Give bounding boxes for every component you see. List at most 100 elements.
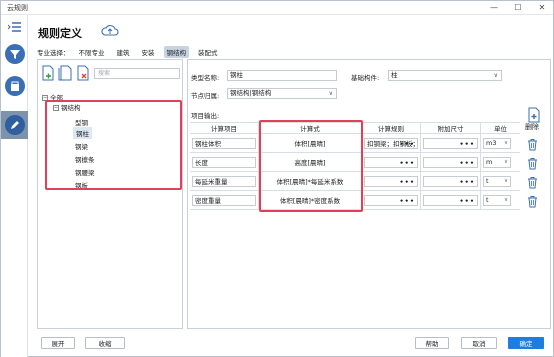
formula-cell[interactable]: 体积[晨晴]*每延米系数	[277, 176, 344, 186]
node-label: 节点归属:	[191, 92, 220, 100]
tree-item-section-steel[interactable]: 型钢	[75, 117, 88, 127]
item-cell[interactable]: 每延米重量	[192, 175, 256, 187]
minimize-icon[interactable]: —	[489, 2, 499, 13]
extra-cell[interactable]: •••	[423, 175, 478, 187]
tree-item-steel-waist-beam[interactable]: 钢腰梁	[75, 167, 95, 177]
table-row: 每延米重量 体积[晨晴]*每延米系数 ••• ••• t ∨	[190, 172, 520, 191]
extra-cell[interactable]: •••	[423, 156, 478, 168]
unit-select[interactable]: m3 ∨	[483, 137, 511, 149]
copy-document-icon[interactable]	[58, 65, 72, 81]
unit-select[interactable]: t ∨	[483, 175, 511, 187]
base-component-select[interactable]: 柱 ∨	[388, 70, 502, 81]
edit-pencil-icon[interactable]	[5, 115, 25, 135]
tree-item-steel-purlin[interactable]: 钢檩条	[75, 154, 95, 164]
formula-cell[interactable]: 高度[晨晴]	[294, 157, 325, 167]
filter-chip-prefab[interactable]: 装配式	[195, 46, 221, 58]
chevron-down-icon: ∨	[503, 140, 508, 146]
tree-item-steel-plate[interactable]: 钢板	[75, 180, 88, 190]
unit-value: m3	[486, 139, 497, 147]
formula-cell[interactable]: 体积[晨晴]*密度系数	[280, 195, 340, 205]
more-dots-icon[interactable]: •••	[400, 178, 415, 186]
left-icon-bar	[1, 15, 28, 357]
menu-icon[interactable]	[5, 17, 25, 37]
help-button[interactable]: 帮助	[415, 337, 449, 349]
package-icon[interactable]	[5, 76, 25, 96]
extra-cell[interactable]: •••	[423, 137, 478, 149]
chevron-down-icon: ∨	[503, 159, 508, 165]
item-cell[interactable]: 密度重量	[192, 194, 256, 206]
rule-cell[interactable]: •••	[364, 175, 418, 187]
rule-cell[interactable]: •••	[364, 156, 418, 168]
col-header-formula: 计算式	[259, 123, 362, 133]
cancel-button[interactable]: 取消	[461, 337, 497, 349]
chevron-down-icon: ∨	[328, 90, 333, 97]
collapse-button[interactable]: 收缩	[85, 337, 125, 349]
node-select[interactable]: 钢结构|钢结构 ∨	[227, 88, 337, 99]
more-dots-icon[interactable]: •••	[460, 140, 475, 148]
trash-icon[interactable]	[523, 157, 541, 170]
page-title: 规则定义	[38, 27, 82, 40]
more-dots-icon[interactable]: •••	[460, 178, 475, 186]
table-row: 钢柱体积 体积[晨晴] 扣钢梁；扣钢板； ••• ••• m3 ∨	[190, 134, 520, 153]
more-dots-icon[interactable]: •••	[460, 197, 475, 205]
output-table: 计算项目 计算式 计算规则 附加尺寸 单位 钢柱体积 体积[晨晴] 扣钢梁；扣钢…	[190, 122, 520, 210]
trash-icon[interactable]	[523, 195, 541, 208]
tree-item-steel-beam[interactable]: 钢梁	[75, 141, 88, 151]
tree-root-label: 全部	[50, 94, 63, 102]
filter-chip-installation[interactable]: 安装	[139, 46, 158, 58]
col-header-rule: 计算规则	[362, 123, 421, 133]
type-name-label: 类型名称:	[191, 74, 220, 82]
table-row: 长度 高度[晨晴] ••• ••• m ∨	[190, 153, 520, 172]
node-value: 钢结构|钢结构	[230, 89, 272, 97]
unit-select[interactable]: m ∨	[483, 156, 511, 168]
close-icon[interactable]: ✕	[537, 2, 547, 13]
tree-group-label: 钢结构	[61, 104, 81, 112]
unit-value: m	[486, 158, 493, 166]
add-row-icon[interactable]	[527, 107, 541, 123]
filter-chip-all[interactable]: 不限专业	[76, 46, 108, 58]
maximize-icon[interactable]: ☐	[513, 2, 523, 13]
unit-select[interactable]: t ∨	[483, 194, 511, 206]
title-bar: 云规则 — ☐ ✕	[1, 1, 553, 15]
col-header-extra: 附加尺寸	[421, 123, 481, 133]
rule-cell[interactable]: 扣钢梁；扣钢板； •••	[364, 137, 419, 149]
trash-icon[interactable]	[523, 176, 541, 189]
item-cell[interactable]: 钢柱体积	[192, 137, 256, 149]
base-component-value: 柱	[391, 71, 398, 79]
more-dots-icon[interactable]: •••	[400, 197, 415, 205]
window-controls: — ☐ ✕	[489, 2, 547, 13]
filter-chip-architecture[interactable]: 建筑	[114, 46, 133, 58]
chevron-down-icon: ∨	[503, 178, 508, 184]
more-dots-icon[interactable]: •••	[400, 159, 415, 167]
more-dots-icon[interactable]: •••	[400, 140, 415, 148]
ok-button[interactable]: 确定	[508, 337, 544, 349]
type-name-input[interactable]: 钢柱	[227, 70, 337, 81]
search-input[interactable]: 搜索	[94, 68, 180, 79]
chevron-down-icon: ∨	[493, 72, 498, 79]
add-document-icon[interactable]	[41, 65, 55, 81]
app-window: 云规则 — ☐ ✕ 规则定义 专业选择： 不限专业 建筑 安装 钢结构 装配式 …	[0, 0, 554, 357]
cloud-upload-icon[interactable]	[101, 23, 119, 39]
item-cell[interactable]: 长度	[192, 156, 256, 168]
more-dots-icon[interactable]: •••	[460, 159, 475, 167]
filter-label: 专业选择：	[37, 48, 70, 57]
col-header-delete: 删除	[525, 123, 539, 131]
tree-root[interactable]: − 全部	[42, 92, 63, 102]
tree-item-steel-column[interactable]: 钢柱	[73, 127, 92, 139]
window-title: 云规则	[7, 4, 28, 12]
chevron-down-icon: ∨	[503, 197, 508, 203]
formula-cell[interactable]: 体积[晨晴]	[294, 138, 325, 148]
filter-chip-steel[interactable]: 钢结构	[163, 45, 189, 58]
tree-group-steel[interactable]: − 钢结构	[53, 102, 81, 112]
table-row: 密度重量 体积[晨晴]*密度系数 ••• ••• t ∨	[190, 191, 520, 210]
table-header: 计算项目 计算式 计算规则 附加尺寸 单位	[190, 122, 520, 134]
trash-icon[interactable]	[523, 138, 541, 151]
unit-value: t	[486, 196, 489, 204]
col-header-unit: 单位	[494, 125, 507, 133]
delete-document-icon[interactable]	[76, 65, 90, 81]
expand-button[interactable]: 展开	[41, 337, 75, 349]
discipline-filter-bar: 专业选择： 不限专业 建筑 安装 钢结构 装配式	[37, 45, 551, 58]
extra-cell[interactable]: •••	[423, 194, 478, 206]
rule-cell[interactable]: •••	[364, 194, 418, 206]
filter-funnel-icon[interactable]	[5, 44, 25, 64]
